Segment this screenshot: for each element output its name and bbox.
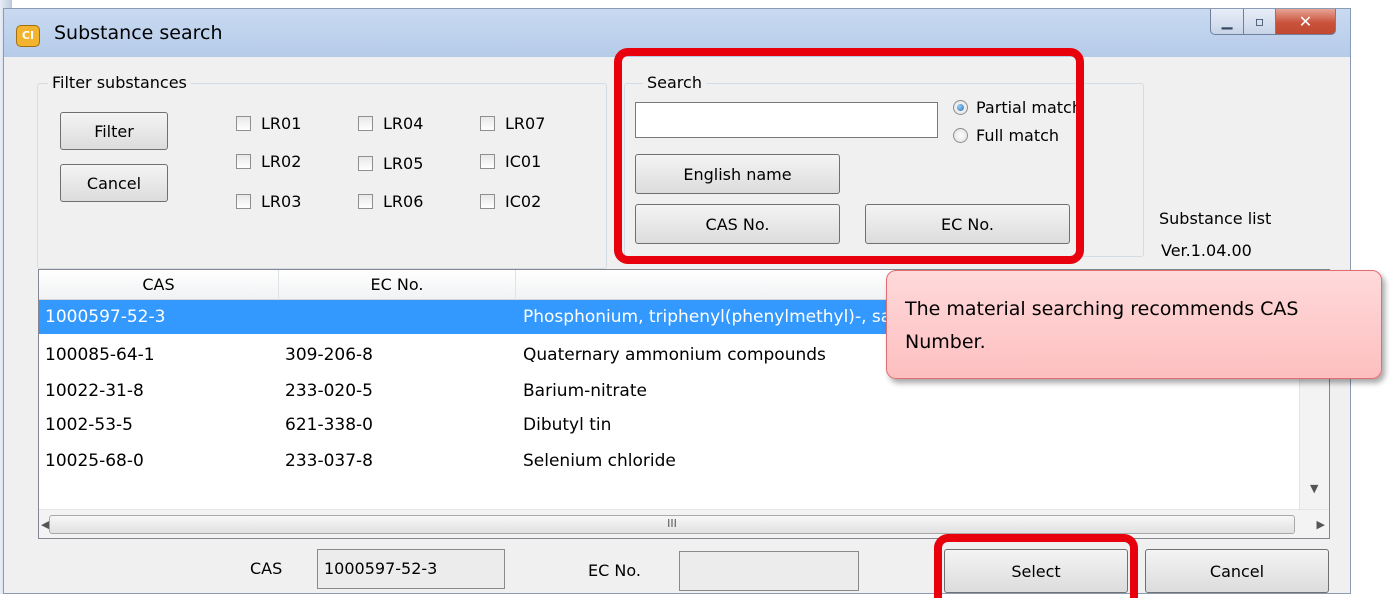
grip-icon: III bbox=[667, 517, 677, 530]
name-cell: Barium-nitrate bbox=[523, 381, 647, 401]
checkbox-label: LR04 bbox=[383, 114, 424, 133]
maximize-button[interactable]: ▫ bbox=[1244, 9, 1276, 35]
window-controls: ▁ ▫ ✕ bbox=[1210, 9, 1336, 35]
ec-cell bbox=[285, 300, 515, 334]
cas-cell: 1000597-52-3 bbox=[45, 307, 166, 327]
checkbox-lr01[interactable]: LR01 bbox=[236, 114, 301, 133]
checkbox-ic01[interactable]: IC01 bbox=[480, 152, 541, 171]
version-label: Ver.1.04.00 bbox=[1161, 241, 1252, 260]
window-title: Substance search bbox=[54, 22, 223, 44]
minimize-icon: ▁ bbox=[1221, 13, 1233, 30]
table-row[interactable]: 10022-31-8 233-020-5 Barium-nitrate bbox=[39, 374, 1299, 408]
checkbox-label: LR07 bbox=[505, 114, 546, 133]
checkbox-lr04[interactable]: LR04 bbox=[358, 114, 423, 133]
checkbox-label: IC01 bbox=[505, 152, 542, 171]
checkbox-box[interactable] bbox=[358, 116, 373, 131]
checkbox-label: LR05 bbox=[383, 154, 424, 173]
search-highlight-box bbox=[614, 48, 1084, 264]
checkbox-label: LR03 bbox=[261, 192, 302, 211]
checkbox-label: IC02 bbox=[505, 192, 542, 211]
cas-field-label: CAS bbox=[250, 559, 283, 578]
horizontal-scrollbar[interactable]: ◀ III ▶ bbox=[39, 509, 1329, 538]
scroll-down-icon[interactable]: ▼ bbox=[1310, 482, 1318, 495]
ec-cell: 233-020-5 bbox=[285, 381, 373, 401]
checkbox-ic02[interactable]: IC02 bbox=[480, 192, 541, 211]
checkbox-box[interactable] bbox=[358, 156, 373, 171]
column-header-ec[interactable]: EC No. bbox=[279, 270, 516, 300]
checkbox-box[interactable] bbox=[480, 116, 495, 131]
cas-field[interactable]: 1000597-52-3 bbox=[317, 549, 505, 589]
column-header-cas[interactable]: CAS bbox=[39, 270, 279, 300]
cas-cell: 100085-64-1 bbox=[45, 345, 155, 365]
name-cell: Selenium chloride bbox=[523, 451, 676, 471]
close-icon: ✕ bbox=[1298, 12, 1313, 31]
ec-cell: 309-206-8 bbox=[285, 345, 373, 365]
checkbox-lr06[interactable]: LR06 bbox=[358, 192, 423, 211]
cas-cell: 10022-31-8 bbox=[45, 381, 144, 401]
ec-cell: 621-338-0 bbox=[285, 415, 373, 435]
checkbox-lr03[interactable]: LR03 bbox=[236, 192, 301, 211]
checkbox-lr07[interactable]: LR07 bbox=[480, 114, 545, 133]
checkbox-box[interactable] bbox=[236, 194, 251, 209]
ec-cell: 233-037-8 bbox=[285, 451, 373, 471]
footer-cancel-button[interactable]: Cancel bbox=[1145, 549, 1329, 593]
filter-group-legend: Filter substances bbox=[48, 73, 191, 92]
checkbox-lr02[interactable]: LR02 bbox=[236, 152, 301, 171]
substance-list-label: Substance list bbox=[1159, 209, 1272, 228]
ec-field-label: EC No. bbox=[588, 561, 641, 580]
horizontal-scroll-thumb[interactable]: III bbox=[49, 515, 1295, 534]
cas-cell: 10025-68-0 bbox=[45, 451, 144, 471]
annotation-callout: The material searching recommends CAS Nu… bbox=[886, 270, 1382, 379]
checkbox-box[interactable] bbox=[236, 116, 251, 131]
name-cell: Dibutyl tin bbox=[523, 415, 612, 435]
filter-cancel-button[interactable]: Cancel bbox=[60, 164, 168, 202]
checkbox-box[interactable] bbox=[480, 194, 495, 209]
checkbox-label: LR01 bbox=[261, 114, 302, 133]
checkbox-box[interactable] bbox=[236, 154, 251, 169]
ec-field[interactable] bbox=[679, 551, 859, 591]
select-highlight-box bbox=[934, 534, 1138, 598]
checkbox-label: LR06 bbox=[383, 192, 424, 211]
table-row[interactable]: 10025-68-0 233-037-8 Selenium chloride bbox=[39, 444, 1299, 478]
maximize-icon: ▫ bbox=[1254, 13, 1265, 30]
scroll-right-icon[interactable]: ▶ bbox=[1317, 518, 1325, 531]
app-icon: CI bbox=[16, 25, 40, 47]
checkbox-box[interactable] bbox=[358, 194, 373, 209]
filter-button[interactable]: Filter bbox=[60, 112, 168, 150]
filter-group: Filter substances Filter Cancel LR01 LR0… bbox=[37, 73, 607, 269]
minimize-button[interactable]: ▁ bbox=[1210, 9, 1244, 35]
close-button[interactable]: ✕ bbox=[1276, 9, 1336, 35]
table-row[interactable]: 1002-53-5 621-338-0 Dibutyl tin bbox=[39, 408, 1299, 442]
checkbox-lr05[interactable]: LR05 bbox=[358, 154, 423, 173]
checkbox-box[interactable] bbox=[480, 154, 495, 169]
cas-cell: 1002-53-5 bbox=[45, 415, 133, 435]
checkbox-label: LR02 bbox=[261, 152, 302, 171]
